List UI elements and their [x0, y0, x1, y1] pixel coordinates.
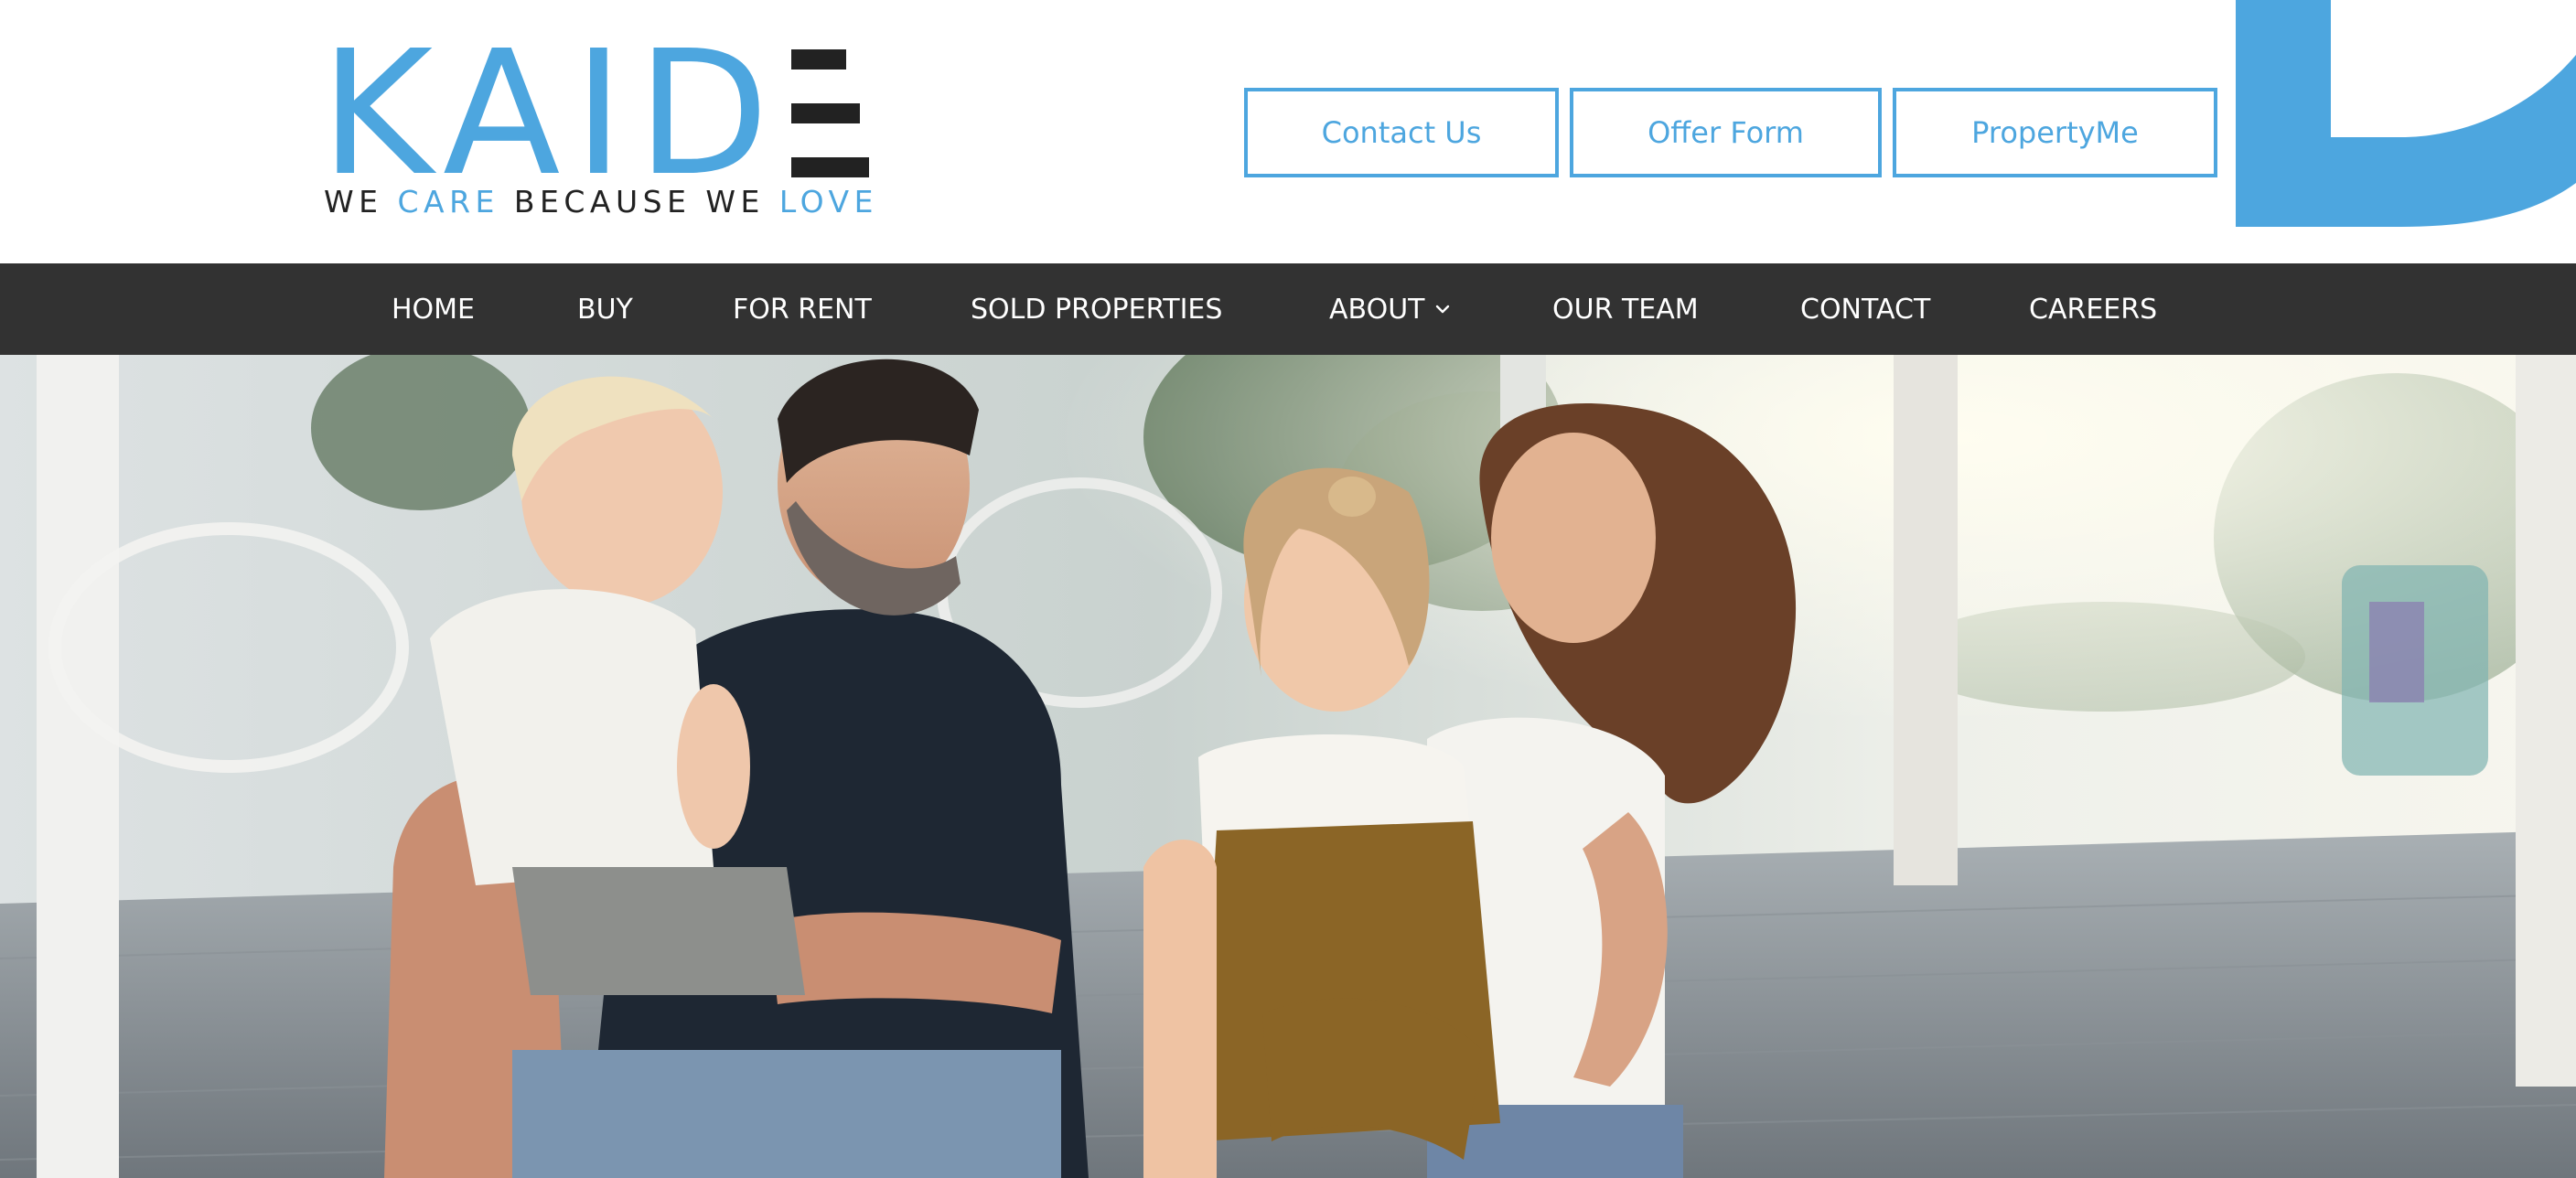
nav-item-for-rent[interactable]: FOR RENT: [733, 263, 872, 355]
tagline-we: WE: [324, 184, 398, 220]
nav-item-contact[interactable]: CONTACT: [1800, 263, 1930, 355]
logo-e-bars-icon: [790, 49, 869, 177]
nav-item-label: SOLD PROPERTIES: [971, 293, 1223, 326]
nav-item-label: FOR RENT: [733, 293, 872, 326]
offer-form-button[interactable]: Offer Form: [1570, 88, 1882, 177]
tagline-love: LOVE: [778, 184, 878, 220]
nav-item-sold-properties[interactable]: SOLD PROPERTIES: [971, 263, 1222, 355]
brand-corner-shape: [2236, 0, 2576, 227]
tagline-because-we: BECAUSE WE: [499, 184, 779, 220]
nav-item-about[interactable]: ABOUT: [1329, 263, 1452, 355]
nav-item-label: HOME: [392, 293, 476, 326]
nav-item-label: ABOUT: [1329, 293, 1425, 326]
tagline-care: CARE: [397, 184, 499, 220]
chevron-down-icon: [1436, 305, 1450, 314]
nav-item-label: CAREERS: [2029, 293, 2158, 326]
nav-item-home[interactable]: HOME: [392, 263, 475, 355]
family-photo: [0, 355, 2576, 1178]
propertyme-button[interactable]: PropertyMe: [1893, 88, 2217, 177]
main-navigation: HOME BUY FOR RENT SOLD PROPERTIES ABOUT …: [0, 263, 2576, 355]
logo-wordmark: KAID: [320, 46, 869, 183]
logo-tagline: WE CARE BECAUSE WE LOVE: [324, 185, 878, 220]
nav-item-label: OUR TEAM: [1552, 293, 1699, 326]
site-logo[interactable]: KAID WE CARE BECAUSE WE LOVE: [320, 46, 878, 220]
nav-item-label: CONTACT: [1800, 293, 1931, 326]
site-header: KAID WE CARE BECAUSE WE LOVE Contact Us …: [0, 0, 2576, 263]
logo-letters: KAID: [320, 46, 782, 183]
nav-item-buy[interactable]: BUY: [577, 263, 633, 355]
nav-item-our-team[interactable]: OUR TEAM: [1552, 263, 1699, 355]
nav-item-careers[interactable]: CAREERS: [2029, 263, 2157, 355]
contact-us-button[interactable]: Contact Us: [1244, 88, 1559, 177]
nav-item-label: BUY: [577, 293, 633, 326]
hero-image: [0, 355, 2576, 1178]
